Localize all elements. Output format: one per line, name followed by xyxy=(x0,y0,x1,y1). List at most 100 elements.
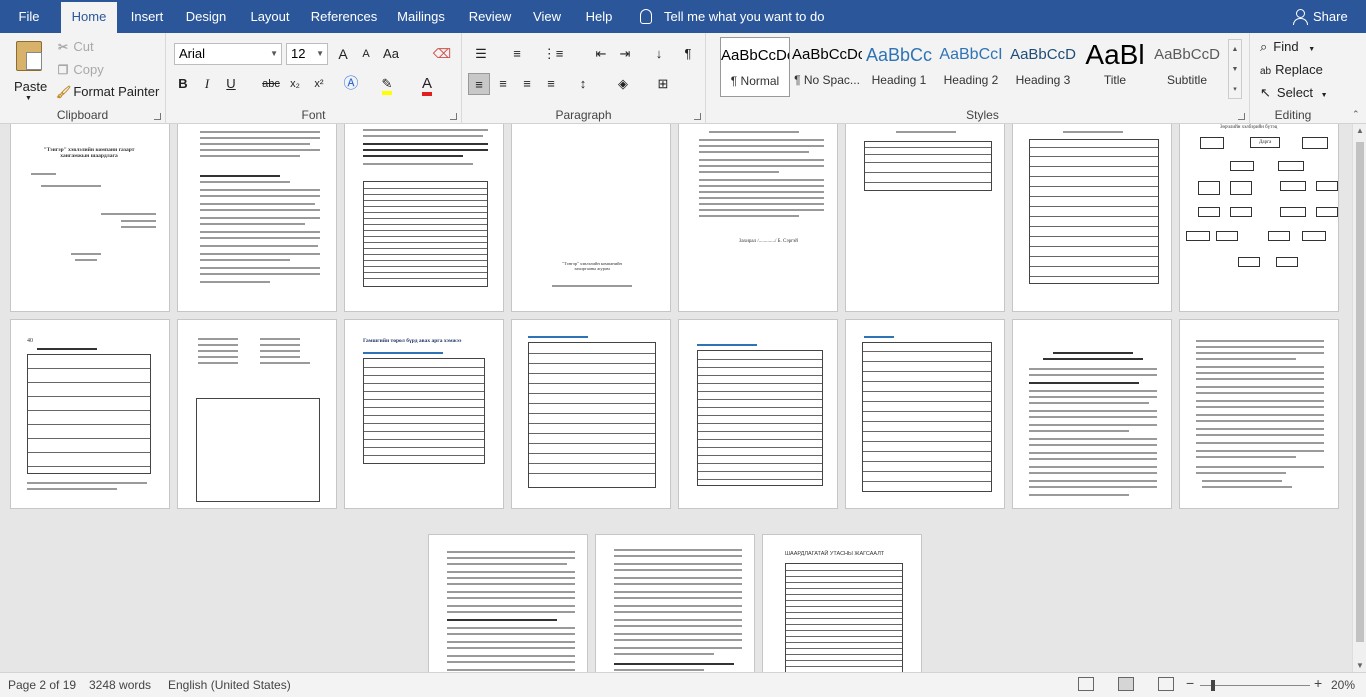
align-right-button[interactable]: ≡ xyxy=(516,73,538,95)
read-mode-icon[interactable] xyxy=(1078,677,1094,691)
increase-indent-button[interactable]: ⇥ xyxy=(614,43,636,65)
document-page[interactable] xyxy=(595,534,755,672)
style-normal[interactable]: AaBbCcDc ¶ Normal xyxy=(720,37,790,97)
highlight-button[interactable]: ✎ xyxy=(376,73,398,95)
styles-gallery-scroll[interactable]: ▲ ▼ ▾ xyxy=(1228,39,1242,99)
replace-button[interactable]: ab Replace xyxy=(1260,62,1323,77)
word-count[interactable]: 3248 words xyxy=(89,678,151,692)
multilevel-list-icon: ⋮≡ xyxy=(542,46,564,61)
copy-button[interactable]: ❐ Copy xyxy=(56,62,104,77)
tab-review[interactable]: Review xyxy=(463,0,517,33)
line-spacing-button[interactable]: ↕ xyxy=(572,73,594,95)
style-no-spacing[interactable]: AaBbCcDc ¶ No Spac... xyxy=(792,37,862,97)
share-button[interactable]: Share xyxy=(1293,0,1348,33)
ribbon-tab-bar: File Home Insert Design Layout Reference… xyxy=(0,0,1366,33)
dialog-launcher-icon[interactable] xyxy=(694,113,701,120)
font-size-combo[interactable]: 12 ▼ xyxy=(286,43,328,65)
signature-line-text: Захирал /............./ Б. Сэргэй xyxy=(739,239,798,244)
document-page[interactable]: Гамшгийн төрөл бүрд авах арга хэмжээ xyxy=(344,319,504,509)
style-heading-1[interactable]: AaBbCc Heading 1 xyxy=(864,37,934,97)
print-layout-icon[interactable] xyxy=(1118,677,1134,691)
document-page[interactable] xyxy=(177,319,337,509)
tab-insert[interactable]: Insert xyxy=(124,0,170,33)
page-count[interactable]: Page 2 of 19 xyxy=(8,678,76,692)
grow-font-button[interactable]: A xyxy=(332,43,354,65)
shrink-font-button[interactable]: A xyxy=(355,43,377,65)
style-subtitle[interactable]: AaBbCcD Subtitle xyxy=(1152,37,1222,97)
tab-home[interactable]: Home xyxy=(61,2,117,33)
tab-layout[interactable]: Layout xyxy=(244,0,296,33)
text-effects-button[interactable]: Ⓐ xyxy=(340,73,362,95)
align-center-button[interactable]: ≡ xyxy=(492,73,514,95)
document-page[interactable]: "Тэнгэр" хэвлэлийн компанийн захиргааны … xyxy=(511,124,671,312)
document-page[interactable] xyxy=(177,124,337,312)
tab-design[interactable]: Design xyxy=(180,0,232,33)
document-page[interactable] xyxy=(678,319,838,509)
scroll-up-icon[interactable]: ▲ xyxy=(1356,126,1364,135)
numbering-button[interactable]: ≡ xyxy=(506,43,528,65)
decrease-indent-button[interactable]: ⇤ xyxy=(590,43,612,65)
web-layout-icon[interactable] xyxy=(1158,677,1174,691)
document-multipage-view[interactable]: "Тэнгэр" хэвлэлийн компани газарт хангам… xyxy=(0,124,1352,672)
bullets-button[interactable]: ☰ xyxy=(470,43,492,65)
italic-button[interactable]: I xyxy=(196,73,218,95)
document-page[interactable] xyxy=(845,319,1005,509)
font-name-combo[interactable]: Arial ▼ xyxy=(174,43,282,65)
tab-references[interactable]: References xyxy=(308,0,380,33)
tell-me-text: Tell me what you want to do xyxy=(664,9,825,24)
show-marks-button[interactable]: ¶ xyxy=(677,43,699,65)
select-button[interactable]: ↖ Select ▼ xyxy=(1260,85,1328,101)
superscript-button[interactable]: x² xyxy=(308,73,330,95)
document-page[interactable] xyxy=(845,124,1005,312)
dialog-launcher-icon[interactable] xyxy=(1238,113,1245,120)
format-painter-button[interactable]: 🖌 Format Painter xyxy=(56,84,159,99)
tell-me-search[interactable]: Tell me what you want to do xyxy=(640,0,824,33)
clear-formatting-button[interactable]: ⌫ xyxy=(431,43,453,65)
tab-mailings[interactable]: Mailings xyxy=(392,0,450,33)
justify-button[interactable]: ≡ xyxy=(540,73,562,95)
sort-button[interactable]: ↓ xyxy=(648,43,670,65)
bold-button[interactable]: B xyxy=(172,73,194,95)
tab-file[interactable]: File xyxy=(8,0,50,33)
dialog-launcher-icon[interactable] xyxy=(450,113,457,120)
document-page[interactable]: Захирал /............./ Б. Сэргэй xyxy=(678,124,838,312)
dialog-launcher-icon[interactable] xyxy=(154,113,161,120)
scrollbar-thumb[interactable] xyxy=(1356,142,1364,642)
style-title[interactable]: AaBl Title xyxy=(1080,37,1150,97)
strikethrough-button[interactable]: abc xyxy=(260,73,282,95)
document-page[interactable] xyxy=(1179,319,1339,509)
subscript-button[interactable]: x₂ xyxy=(284,73,306,95)
shading-button[interactable]: ◈ xyxy=(612,73,634,95)
change-case-button[interactable]: Aa xyxy=(380,43,402,65)
language-indicator[interactable]: English (United States) xyxy=(168,678,291,692)
document-page[interactable]: 40 xyxy=(10,319,170,509)
document-page[interactable]: Зөрчлийн хэлбэрийн бүтэц Дарга xyxy=(1179,124,1339,312)
align-left-button[interactable]: ≡ xyxy=(468,73,490,95)
zoom-slider-thumb[interactable] xyxy=(1211,680,1215,691)
borders-button[interactable]: ⊞ xyxy=(652,73,674,95)
find-button[interactable]: ⌕ Find ▼ xyxy=(1260,39,1315,55)
scroll-down-icon[interactable]: ▼ xyxy=(1356,661,1364,670)
document-page[interactable] xyxy=(344,124,504,312)
document-page[interactable] xyxy=(1012,124,1172,312)
style-heading-2[interactable]: AaBbCcI Heading 2 xyxy=(936,37,1006,97)
document-page[interactable] xyxy=(1012,319,1172,509)
style-heading-3[interactable]: AaBbCcD Heading 3 xyxy=(1008,37,1078,97)
font-color-button[interactable]: A xyxy=(416,73,438,96)
document-page[interactable]: ШААРДЛАГАТАЙ УТАСНЫ ЖАГСААЛТ xyxy=(762,534,922,672)
document-page[interactable]: "Тэнгэр" хэвлэлийн компани газарт хангам… xyxy=(10,124,170,312)
zoom-in-icon[interactable]: + xyxy=(1314,675,1322,691)
paste-button[interactable]: Paste ▼ xyxy=(10,39,48,102)
document-page[interactable] xyxy=(428,534,588,672)
underline-button[interactable]: U xyxy=(220,73,242,95)
zoom-slider[interactable] xyxy=(1200,685,1310,686)
collapse-ribbon-icon[interactable]: ⌃ xyxy=(1352,109,1360,120)
zoom-level[interactable]: 20% xyxy=(1331,678,1355,692)
tab-view[interactable]: View xyxy=(528,0,566,33)
zoom-out-icon[interactable]: − xyxy=(1186,675,1194,691)
tab-help[interactable]: Help xyxy=(581,0,617,33)
document-page[interactable] xyxy=(511,319,671,509)
vertical-scrollbar[interactable]: ▲ ▼ xyxy=(1352,124,1366,672)
multilevel-list-button[interactable]: ⋮≡ xyxy=(542,43,564,65)
cut-button[interactable]: ✂ Cut xyxy=(56,39,94,54)
